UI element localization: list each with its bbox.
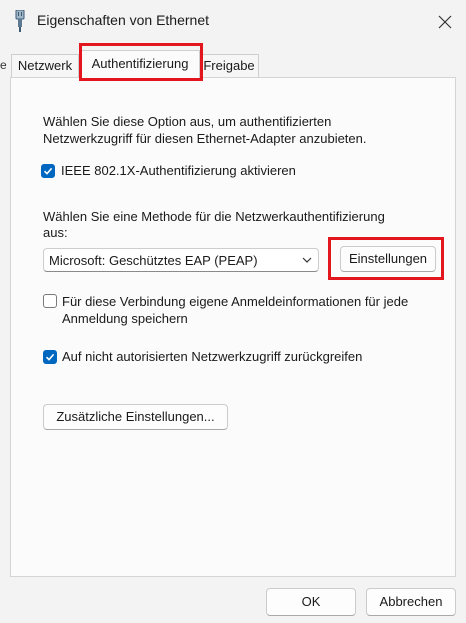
method-label-line2: aus: — [43, 225, 68, 240]
fallback-access-label[interactable]: Auf nicht autorisierten Netzwerkzugriff … — [62, 348, 362, 365]
remember-credentials-label-line2[interactable]: Anmeldung speichern — [62, 310, 188, 327]
method-label-line1: Wählen Sie eine Methode für die Netzwerk… — [43, 209, 385, 224]
checkmark-icon — [43, 167, 53, 175]
ok-button[interactable]: OK — [266, 588, 356, 616]
tab-bar: Netzwerk Authentifizierung Freigabe — [0, 50, 466, 79]
intro-text-line1: Wählen Sie diese Option aus, um authenti… — [43, 114, 332, 129]
close-button[interactable] — [432, 10, 458, 34]
ieee-8021x-label[interactable]: IEEE 802.1X-Authentifizierung aktivieren — [61, 162, 296, 179]
chevron-down-icon — [302, 257, 312, 263]
title-bar: Eigenschaften von Ethernet — [0, 0, 466, 42]
tab-netzwerk[interactable]: Netzwerk — [11, 54, 79, 77]
intro-text-line2: Netzwerkzugriff für diesen Ethernet-Adap… — [43, 131, 367, 146]
tab-freigabe[interactable]: Freigabe — [199, 54, 259, 77]
checkmark-icon — [45, 353, 55, 361]
auth-method-select[interactable]: Microsoft: Geschütztes EAP (PEAP) — [43, 248, 319, 272]
remember-credentials-checkbox[interactable] — [43, 294, 57, 308]
window-title: Eigenschaften von Ethernet — [37, 12, 210, 28]
remember-credentials-label-line1[interactable]: Für diese Verbindung eigene Anmeldeinfor… — [62, 293, 408, 310]
cancel-button[interactable]: Abbrechen — [366, 588, 456, 616]
tab-authentifizierung[interactable]: Authentifizierung — [80, 50, 200, 79]
fallback-access-checkbox[interactable] — [43, 350, 57, 364]
auth-method-value: Microsoft: Geschütztes EAP (PEAP) — [49, 253, 258, 268]
tab-panel — [10, 77, 456, 577]
ethernet-plug-icon — [15, 10, 25, 32]
ieee-8021x-checkbox[interactable] — [41, 164, 55, 178]
close-icon — [438, 15, 452, 29]
settings-button[interactable]: Einstellungen — [340, 246, 436, 272]
additional-settings-button[interactable]: Zusätzliche Einstellungen... — [43, 404, 228, 430]
